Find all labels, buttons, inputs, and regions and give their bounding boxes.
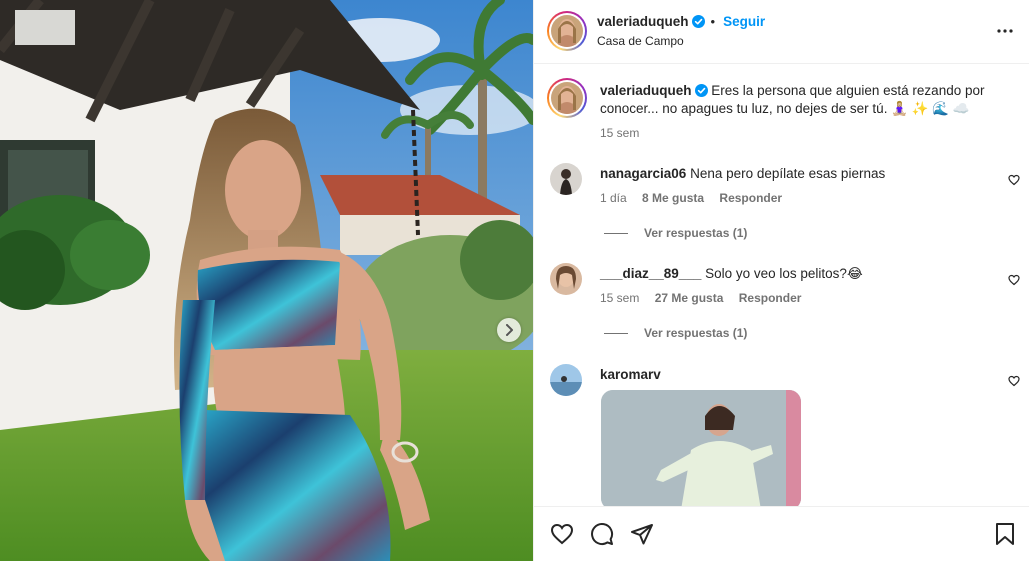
comment-likes[interactable]: 8 Me gusta — [642, 191, 704, 205]
verified-badge-icon — [694, 84, 708, 97]
share-button[interactable] — [630, 522, 654, 551]
comment-username[interactable]: nanagarcia06 — [600, 166, 686, 181]
reply-button[interactable]: Responder — [739, 291, 802, 305]
view-replies-button[interactable]: Ver respuestas (1) — [604, 226, 747, 240]
reply-button[interactable]: Responder — [719, 191, 782, 205]
bookmark-icon — [996, 523, 1014, 545]
post-actions — [534, 506, 1029, 561]
post-photo[interactable] — [0, 0, 533, 561]
comment-likes[interactable]: 27 Me gusta — [655, 291, 724, 305]
author-line: valeriaduqueh • Seguir — [597, 13, 765, 31]
verified-badge-icon — [691, 15, 705, 28]
comment-gif[interactable] — [601, 390, 801, 506]
caption-username[interactable]: valeriaduqueh — [600, 83, 692, 98]
post-location[interactable]: Casa de Campo — [597, 34, 684, 48]
photo-scene — [0, 0, 533, 561]
comment-text: Nena pero depílate esas piernas — [690, 166, 886, 181]
author-avatar[interactable] — [547, 11, 587, 51]
comment-meta: 1 día 8 Me gusta Responder — [600, 191, 794, 205]
comment-like-button[interactable] — [1008, 374, 1020, 392]
follow-button[interactable]: Seguir — [723, 14, 765, 29]
comment-avatar[interactable] — [550, 364, 582, 396]
post-dialog: valeriaduqueh • Seguir Casa de Campo val… — [0, 0, 1029, 561]
view-replies-label: Ver respuestas (1) — [644, 226, 748, 240]
comment-button[interactable] — [590, 522, 614, 551]
comment-username[interactable]: ___diaz__89___ — [600, 266, 701, 281]
caption-time[interactable]: 15 sem — [600, 126, 639, 140]
comment-like-button[interactable] — [1008, 273, 1020, 291]
post-sidebar: valeriaduqueh • Seguir Casa de Campo val… — [533, 0, 1029, 561]
heart-icon — [1008, 174, 1020, 186]
comment: karomarv — [600, 366, 661, 384]
view-replies-button[interactable]: Ver respuestas (1) — [604, 326, 747, 340]
author-avatar-image — [551, 15, 583, 47]
post-header: valeriaduqueh • Seguir Casa de Campo — [534, 0, 1029, 64]
comment-avatar-image — [550, 263, 582, 295]
caption-meta: 15 sem — [600, 126, 651, 140]
comment-avatar-image — [550, 163, 582, 195]
comment-avatar[interactable] — [550, 263, 582, 295]
comment-time[interactable]: 1 día — [600, 191, 627, 205]
caption-text-line2: conocer... no apagues tu luz, no dejes d… — [600, 101, 970, 116]
comment-username[interactable]: karomarv — [600, 367, 661, 382]
next-photo-button[interactable] — [497, 318, 521, 342]
share-icon — [631, 524, 653, 545]
comment-text: Solo yo veo los pelitos?😂 — [705, 266, 863, 281]
heart-icon — [1008, 375, 1020, 387]
comment-avatar[interactable] — [550, 163, 582, 195]
author-username[interactable]: valeriaduqueh — [597, 14, 689, 29]
comment-icon — [591, 523, 614, 545]
caption-text-line1: Eres la persona que alguien está rezando… — [711, 83, 985, 98]
comment: nanagarcia06 Nena pero depílate esas pie… — [600, 165, 885, 183]
more-options-button[interactable] — [996, 22, 1014, 45]
separator-dot: • — [710, 14, 716, 29]
comment-like-button[interactable] — [1008, 173, 1020, 191]
caption-avatar-image — [551, 82, 583, 114]
view-replies-label: Ver respuestas (1) — [644, 326, 748, 340]
replies-line — [604, 232, 628, 234]
comments-list[interactable]: valeriaduqueh Eres la persona que alguie… — [534, 65, 1029, 506]
comment-avatar-image — [550, 364, 582, 396]
caption-avatar[interactable] — [547, 78, 587, 118]
caption: valeriaduqueh Eres la persona que alguie… — [600, 82, 1000, 118]
comment-time[interactable]: 15 sem — [600, 291, 639, 305]
chevron-right-icon — [506, 324, 513, 336]
heart-icon — [1008, 274, 1020, 286]
heart-icon — [550, 523, 574, 545]
comment: ___diaz__89___ Solo yo veo los pelitos?😂 — [600, 265, 863, 283]
gif-image — [601, 390, 801, 506]
more-options-icon — [997, 29, 1013, 33]
comment-meta: 15 sem 27 Me gusta Responder — [600, 291, 813, 305]
like-button[interactable] — [550, 522, 574, 551]
save-button[interactable] — [994, 522, 1016, 551]
replies-line — [604, 332, 628, 334]
